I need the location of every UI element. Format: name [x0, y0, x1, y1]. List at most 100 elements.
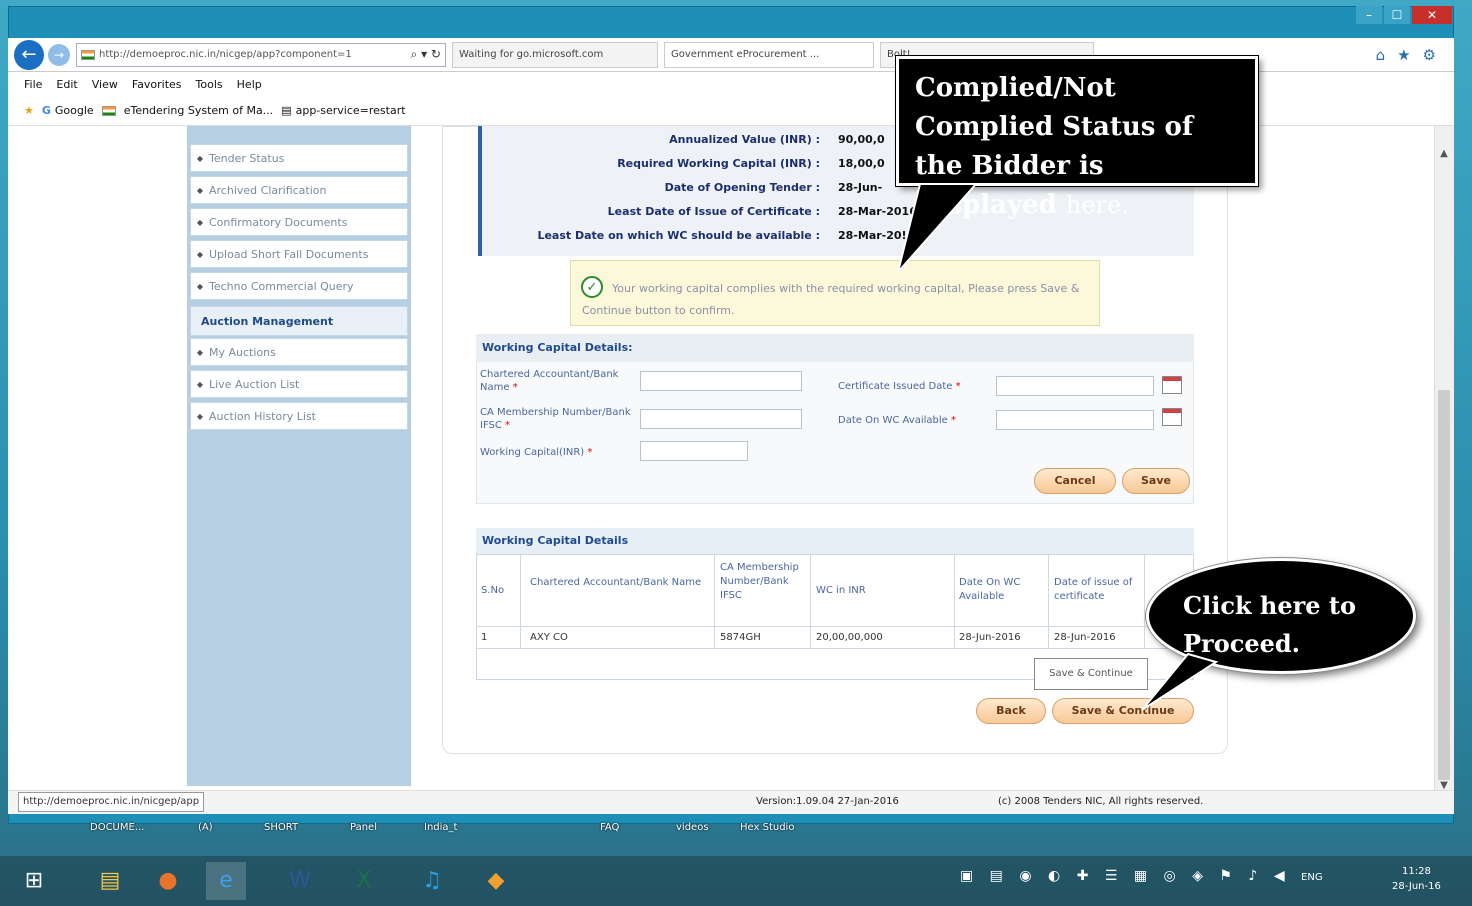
search-refresh-icon[interactable]: ⌕ ▾ ↻: [411, 47, 441, 62]
favorites-star-icon[interactable]: ★: [1397, 46, 1410, 64]
table-divider: [810, 554, 811, 648]
sidebar-item-confirmatory-documents[interactable]: ◆ Confirmatory Documents: [190, 208, 408, 236]
desktop-label[interactable]: DOCUME...: [90, 822, 144, 833]
callout-pointer: [1141, 652, 1219, 711]
toolbar-icons: ⌂ ★ ⚙: [1376, 46, 1436, 64]
desktop-label[interactable]: FAQ: [600, 822, 619, 833]
save-button[interactable]: Save: [1122, 468, 1190, 494]
sidebar-item-tender-status[interactable]: ◆ Tender Status: [190, 144, 408, 172]
excel-icon[interactable]: X: [344, 862, 384, 900]
table-header-cell: CA Membership Number/Bank IFSC: [720, 562, 799, 601]
home-icon[interactable]: ⌂: [1376, 46, 1386, 64]
table-header-cell: Chartered Accountant/Bank Name: [530, 577, 702, 588]
table-cell: 20,00,00,000: [816, 632, 883, 643]
favorite-google[interactable]: G Google: [42, 104, 94, 117]
desktop-label[interactable]: (A): [198, 822, 213, 833]
cert-issued-date-input[interactable]: [996, 376, 1154, 396]
table-header-cell: WC in INR: [816, 585, 866, 596]
checkmark-icon: ✓: [581, 276, 603, 298]
windows-start-icon[interactable]: ⊞: [14, 862, 54, 900]
tab-eprocurement[interactable]: Government eProcurement ...: [664, 41, 874, 68]
address-text: http://demoeproc.nic.in/nicgep/app?compo…: [99, 49, 352, 60]
save-continue-tooltip: Save & Continue: [1034, 658, 1148, 690]
calendar-icon[interactable]: [1162, 408, 1182, 426]
bullet-icon: ◆: [196, 347, 204, 357]
close-button[interactable]: ✕: [1412, 6, 1452, 24]
google-icon: G: [41, 104, 51, 117]
sidebar-item-live-auction[interactable]: ◆ Live Auction List: [190, 370, 408, 398]
desktop-label[interactable]: SHORT: [264, 822, 298, 833]
bullet-icon: ◆: [196, 249, 204, 259]
forward-arrow-icon[interactable]: →: [48, 43, 70, 66]
calendar-icon[interactable]: [1162, 376, 1182, 394]
menu-tools[interactable]: Tools: [196, 78, 223, 91]
clock-time: 11:28: [1402, 866, 1431, 877]
sidebar-item-my-auctions[interactable]: ◆ My Auctions: [190, 338, 408, 366]
sidebar-item-upload-short-fall[interactable]: ◆ Upload Short Fall Documents: [190, 240, 408, 268]
desktop-label[interactable]: Panel: [350, 822, 377, 833]
desktop-label[interactable]: India_t: [424, 822, 457, 833]
table-heading: Working Capital Details: [476, 528, 1194, 554]
address-bar[interactable]: http://demoeproc.nic.in/nicgep/app?compo…: [76, 42, 446, 67]
back-arrow-icon[interactable]: ←: [14, 39, 44, 70]
ca-name-input[interactable]: [640, 371, 802, 391]
menu-help[interactable]: Help: [237, 78, 262, 91]
file-explorer-icon[interactable]: ▤: [90, 862, 130, 900]
table-divider: [520, 554, 521, 648]
maximize-button[interactable]: ☐: [1384, 6, 1410, 24]
scrollbar-thumb[interactable]: [1438, 390, 1450, 780]
table-divider: [954, 554, 955, 648]
firefox-icon[interactable]: ●: [148, 862, 188, 900]
minimize-button[interactable]: –: [1356, 6, 1382, 24]
sidebar-item-techno-commercial[interactable]: ◆ Techno Commercial Query: [190, 272, 408, 300]
table-cell: 5874GH: [720, 632, 761, 643]
tab-waiting[interactable]: Waiting for go.microsoft.com: [452, 41, 658, 68]
table-cell: 28-Jun-2016: [959, 632, 1021, 643]
date-wc-input[interactable]: [996, 410, 1154, 430]
favorites-star-icon: ★: [24, 104, 34, 117]
menu-favorites[interactable]: Favorites: [132, 78, 182, 91]
status-url: http://demoeproc.nic.in/nicgep/app: [18, 792, 205, 812]
bullet-icon: ◆: [196, 411, 204, 421]
site-favicon-icon: [81, 49, 95, 60]
word-icon[interactable]: W: [280, 862, 320, 900]
language-indicator[interactable]: ENG: [1301, 872, 1323, 883]
footer-copyright: (c) 2008 Tenders NIC, All rights reserve…: [998, 796, 1204, 807]
callout-pointer: [897, 183, 979, 273]
settings-gear-icon[interactable]: ⚙: [1423, 46, 1436, 64]
table-header-cell: Date On WC Available: [959, 577, 1021, 602]
page-icon: ▤: [281, 104, 292, 117]
app-layers-icon[interactable]: ◆: [476, 862, 516, 900]
desktop-icon-labels: DOCUME... (A) SHORT Panel India_t FAQ vi…: [0, 822, 1472, 842]
headphones-icon[interactable]: ♫: [412, 862, 452, 900]
status-callout: Complied/Not Complied Status of the Bidd…: [896, 56, 1258, 220]
menu-edit[interactable]: Edit: [56, 78, 77, 91]
menu-file[interactable]: File: [24, 78, 42, 91]
table-divider: [476, 554, 1194, 555]
desktop-label[interactable]: Hex Studio: [740, 822, 794, 833]
system-tray-icons[interactable]: ▣ ▤ ◉ ◐ ✚ ☰ ▦ ◎ ◈ ⚑ ♪ ◀ ENG: [960, 868, 1323, 884]
back-button[interactable]: Back: [976, 698, 1046, 724]
table-divider: [714, 554, 715, 648]
table-header-cell: Date of issue of certificate: [1054, 577, 1133, 602]
favorite-etendering[interactable]: eTendering System of Ma...: [101, 104, 273, 117]
bullet-icon: ◆: [196, 217, 204, 227]
internet-explorer-icon[interactable]: e: [206, 862, 246, 900]
menu-view[interactable]: View: [92, 78, 118, 91]
table-header-cell: S.No: [481, 585, 505, 596]
table-cell: AXY CO: [530, 632, 568, 643]
working-capital-input[interactable]: [640, 441, 748, 461]
scroll-up-icon[interactable]: ▲: [1436, 148, 1452, 164]
success-message-text: Your working capital complies with the r…: [582, 282, 1080, 317]
form-heading: Working Capital Details:: [476, 334, 1194, 362]
sidebar-item-archived-clarification[interactable]: ◆ Archived Clarification: [190, 176, 408, 204]
system-clock[interactable]: 11:28 28-Jun-16: [1392, 864, 1441, 894]
cert-issued-label: Certificate Issued Date *: [838, 381, 961, 392]
sidebar-section-auction: Auction Management: [190, 306, 408, 336]
ca-membership-input[interactable]: [640, 409, 802, 429]
favorite-app-service[interactable]: ▤ app-service=restart: [281, 104, 405, 117]
cancel-button[interactable]: Cancel: [1034, 468, 1116, 494]
sidebar-item-auction-history[interactable]: ◆ Auction History List: [190, 402, 408, 430]
desktop-label[interactable]: videos: [676, 822, 709, 833]
callout-pointer-shape: [897, 183, 979, 273]
